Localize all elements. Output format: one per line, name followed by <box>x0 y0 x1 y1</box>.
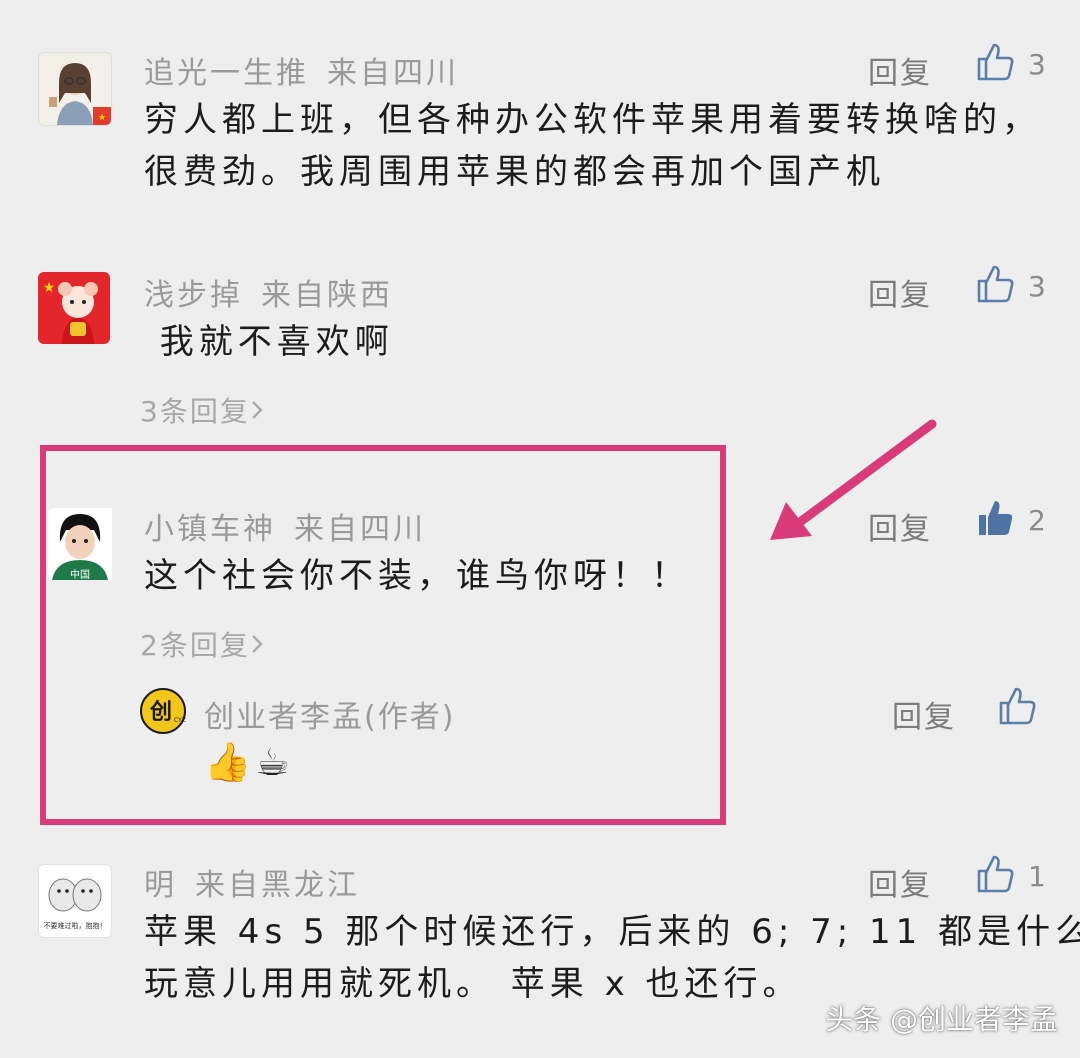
reply-emoji: 👍☕ <box>204 740 294 784</box>
author-name[interactable]: 追光一生推 <box>144 56 309 91</box>
like-button[interactable]: 2 <box>976 498 1046 542</box>
thumbs-up-icon <box>976 264 1014 308</box>
comment-text-line: 穷人都上班，但各种办公软件苹果用着要转换啥的， <box>144 100 1041 140</box>
view-replies-link[interactable]: 3条回复 <box>140 390 264 430</box>
like-button[interactable] <box>998 686 1036 730</box>
watermark: 头条 @创业者李孟 <box>825 1003 1058 1036</box>
chevron-right-icon <box>250 629 264 662</box>
reply-button[interactable]: 回复 <box>868 48 932 92</box>
avatar[interactable]: ★ <box>38 52 112 126</box>
comment-text: 我就不喜欢啊 <box>144 316 394 368</box>
reply-button[interactable]: 回复 <box>868 270 932 314</box>
comment-author[interactable]: 浅步掉 来自陕西 <box>144 270 393 314</box>
svg-text:创: 创 <box>149 700 172 725</box>
author-location: 来自黑龙江 <box>195 868 360 903</box>
thumbs-up-filled-icon <box>976 498 1014 542</box>
avatar[interactable]: 中国 <box>48 508 120 580</box>
reply-button[interactable]: 回复 <box>868 860 932 904</box>
avatar[interactable]: 不要难过啦，抱抱！ <box>38 864 112 938</box>
author-location: 来自陕西 <box>261 278 393 313</box>
author-name[interactable]: 小镇车神 <box>144 512 276 547</box>
like-button[interactable]: 1 <box>976 854 1046 898</box>
svg-text:★: ★ <box>98 113 106 123</box>
comment-text-line: 这个社会你不装，谁鸟你呀！！ <box>144 556 690 596</box>
thumbs-up-icon <box>976 854 1014 898</box>
like-count: 2 <box>1028 503 1046 537</box>
comment-text-line: 很费劲。我周围用苹果的都会再加个国产机 <box>144 152 885 192</box>
comment-author[interactable]: 小镇车神 来自四川 <box>144 504 426 548</box>
svg-text:中国: 中国 <box>70 568 90 580</box>
comment-text-line: 苹果 4s 5 那个时候还行，后来的 6; 7; 11 都是什么 <box>144 912 1080 952</box>
like-count: 3 <box>1028 269 1046 303</box>
comment-text: 穷人都上班，但各种办公软件苹果用着要转换啥的， 很费劲。我周围用苹果的都会再加个… <box>144 94 1041 198</box>
like-button[interactable]: 3 <box>976 264 1046 308</box>
reply-button[interactable]: 回复 <box>892 692 956 736</box>
author-location: 来自四川 <box>327 56 459 91</box>
comment-text-line: 我就不喜欢啊 <box>144 322 394 362</box>
comment-text: 苹果 4s 5 那个时候还行，后来的 6; 7; 11 都是什么 玩意儿用用就死… <box>144 906 1080 1010</box>
view-replies-label[interactable]: 2条回复 <box>140 629 250 662</box>
comment-text: 这个社会你不装，谁鸟你呀！！ <box>144 550 690 602</box>
avatar-caption: 不要难过啦，抱抱！ <box>43 922 107 930</box>
avatar[interactable]: ★ <box>38 272 110 344</box>
author-location: 来自四川 <box>294 512 426 547</box>
reply-author-name[interactable]: 创业者李孟(作者) <box>204 692 455 736</box>
thumbs-up-icon <box>998 687 1036 730</box>
view-replies-link[interactable]: 2条回复 <box>140 624 264 664</box>
comment-author[interactable]: 明来自黑龙江 <box>144 860 360 904</box>
author-name[interactable]: 浅步掉 <box>144 278 243 313</box>
like-count: 3 <box>1028 47 1046 81</box>
svg-text:★: ★ <box>43 280 56 296</box>
like-count: 1 <box>1028 859 1046 893</box>
author-name[interactable]: 明 <box>144 868 177 903</box>
chevron-right-icon <box>250 395 264 428</box>
author-avatar[interactable]: 创 CYZ <box>140 688 186 734</box>
thumbs-up-icon <box>976 42 1014 86</box>
comment-author[interactable]: 追光一生推 来自四川 <box>144 48 459 92</box>
view-replies-label[interactable]: 3条回复 <box>140 395 250 428</box>
svg-text:CYZ: CYZ <box>174 717 186 724</box>
reply-button[interactable]: 回复 <box>868 504 932 548</box>
like-button[interactable]: 3 <box>976 42 1046 86</box>
